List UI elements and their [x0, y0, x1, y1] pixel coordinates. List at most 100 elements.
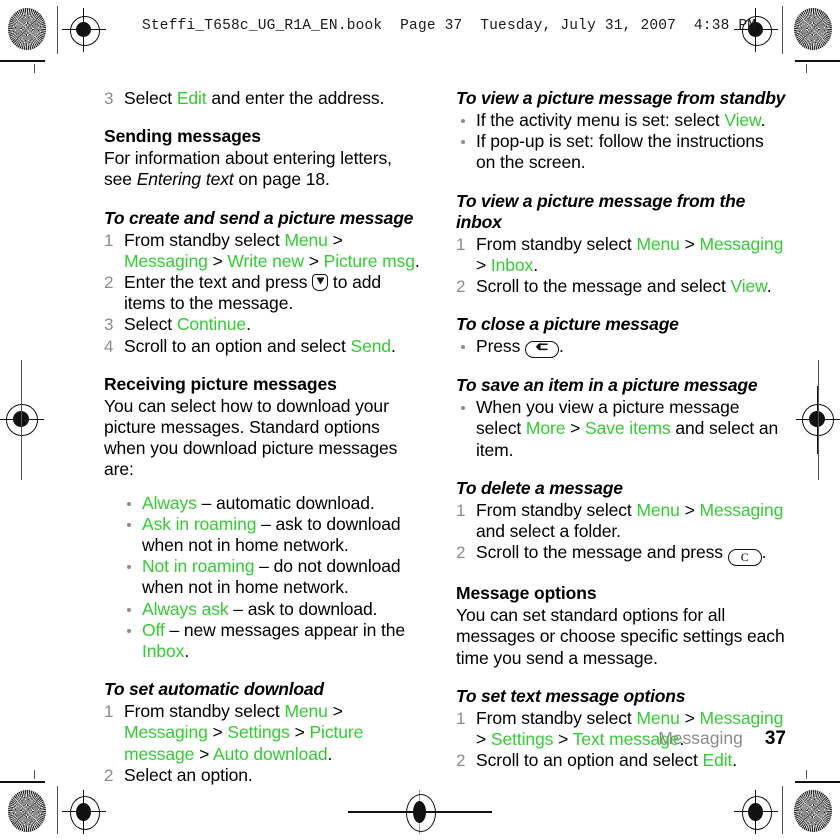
separator: > — [679, 707, 700, 728]
ui-term-settings: Settings — [227, 722, 290, 743]
step-number: 1 — [456, 234, 466, 254]
step-number: 1 — [456, 500, 466, 520]
list-item: Ask in roaming – ask to download when no… — [104, 514, 422, 556]
heading-create-send-picture-message: To create and send a picture message — [104, 207, 414, 228]
step-text-post: . — [732, 750, 738, 771]
separator: > — [303, 250, 324, 271]
ui-term-menu: Menu — [284, 229, 328, 250]
text-post: on page 18. — [233, 169, 330, 190]
bullet-icon — [127, 565, 131, 570]
ui-term-messaging: Messaging — [124, 250, 208, 271]
list-item-press-back: Press . — [456, 336, 786, 359]
bullet-icon — [127, 501, 131, 506]
list-item-save-item: When you view a picture message select M… — [456, 397, 786, 461]
bullet-text-post: . — [559, 336, 564, 357]
list-item: Always ask – ask to download. — [104, 599, 422, 620]
paragraph-message-options: You can set standard options for all mes… — [456, 605, 785, 668]
ui-term-more: More — [525, 418, 566, 439]
step-text: From standby select — [476, 499, 637, 520]
step-view-inbox-1: 1 From standby select Menu > Messaging > … — [456, 234, 786, 276]
step-text-post: . — [246, 314, 251, 335]
ui-term-save-items: Save items — [585, 418, 671, 439]
ui-term-menu: Menu — [636, 233, 680, 254]
ui-term-continue: Continue — [176, 314, 247, 335]
separator: > — [476, 254, 491, 275]
heading-view-from-inbox: To view a picture message from the inbox — [456, 190, 746, 232]
step-text-post: . — [414, 250, 420, 271]
heading-text-message-options: To set text message options — [456, 685, 686, 706]
paragraph-sending-messages: For information about entering letters, … — [104, 148, 422, 190]
step-view-inbox-2: 2 Scroll to the message and select View. — [456, 276, 786, 297]
list-item-view-popup: If pop-up is set: follow the instruction… — [456, 131, 786, 173]
step-text-post: . — [533, 254, 538, 275]
ui-term-auto-download: Auto download — [213, 743, 328, 764]
list-item: Off – new messages appear in the Inbox. — [104, 620, 422, 662]
manual-page-content: 3 Select Edit and enter the address. Send… — [0, 0, 840, 840]
heading-receiving-picture-messages: Receiving picture messages — [104, 373, 337, 394]
bullet-text: Press — [476, 336, 525, 357]
bullet-text: If the activity menu is set: select — [476, 110, 725, 130]
left-column: 3 Select Edit and enter the address. Send… — [104, 88, 422, 786]
footer-chapter-name: Messaging — [658, 728, 743, 748]
step-text-pre: Select — [124, 88, 177, 108]
step-text: Scroll to the message and press — [476, 542, 728, 563]
bullet-icon — [461, 406, 465, 411]
bullet-text-post: . — [760, 110, 766, 130]
step-number: 2 — [456, 543, 466, 563]
step-text-post: and select a folder. — [476, 521, 621, 542]
step-create-2: 2 Enter the text and press to add items t… — [104, 272, 422, 314]
ui-term-menu: Menu — [284, 701, 328, 722]
bullet-text: If pop-up is set: follow the instruction… — [476, 131, 764, 173]
step-auto-download-1: 1 From standby select Menu > Messaging > … — [104, 701, 422, 765]
option-description-pre: – new messages appear in the — [164, 619, 406, 640]
step-text-options-2: 2 Scroll to an option and select Edit. — [456, 750, 786, 771]
step-text: Select an option. — [124, 764, 253, 785]
ui-term-menu: Menu — [636, 499, 680, 520]
option-description: – ask to download. — [228, 598, 378, 619]
step-text: From standby select — [124, 229, 285, 250]
step-text: Scroll to the message and select — [476, 276, 731, 297]
separator: > — [289, 722, 310, 743]
heading-message-options: Message options — [456, 583, 597, 604]
ui-term-edit: Edit — [176, 88, 207, 108]
step-text-post: . — [327, 743, 333, 764]
list-item: Always – automatic download. — [104, 493, 422, 514]
step-number: 3 — [104, 315, 114, 335]
clear-key-label: C — [740, 550, 749, 565]
step-text-post: . — [761, 542, 767, 563]
ui-term-edit: Edit — [702, 750, 733, 771]
step-text: Select — [124, 314, 177, 335]
option-description-post: . — [184, 641, 190, 662]
step-delete-2: 2 Scroll to the message and press C. — [456, 542, 786, 567]
step-text-post: and enter the address. — [206, 88, 385, 108]
ui-term-always: Always — [142, 492, 197, 513]
right-column: To view a picture message from standby I… — [456, 88, 786, 771]
ui-term-off: Off — [142, 619, 165, 640]
navigation-down-key-icon — [312, 274, 329, 292]
cross-reference-entering-text: Entering text — [136, 169, 234, 190]
separator: > — [327, 701, 343, 722]
step-text: From standby select — [124, 701, 285, 722]
ui-term-messaging: Messaging — [124, 722, 208, 743]
step-create-3: 3 Select Continue. — [104, 314, 422, 335]
list-item: Not in roaming – do not download when no… — [104, 556, 422, 598]
step-number: 1 — [104, 230, 114, 250]
ui-term-view: View — [724, 110, 761, 130]
step-text-post: . — [390, 335, 396, 356]
ui-term-menu: Menu — [636, 707, 680, 728]
step-text: Scroll to an option and select — [124, 335, 351, 356]
step-text: Enter the text and press — [124, 272, 313, 293]
ui-term-picture-msg: Picture msg — [323, 250, 415, 271]
heading-delete-message: To delete a message — [456, 477, 623, 498]
step-number: 1 — [456, 708, 466, 728]
step-create-4: 4 Scroll to an option and select Send. — [104, 336, 422, 357]
step-number: 1 — [104, 702, 114, 722]
ui-term-ask-in-roaming: Ask in roaming — [142, 513, 257, 534]
step-number: 2 — [456, 277, 466, 297]
bullet-icon — [127, 522, 131, 527]
